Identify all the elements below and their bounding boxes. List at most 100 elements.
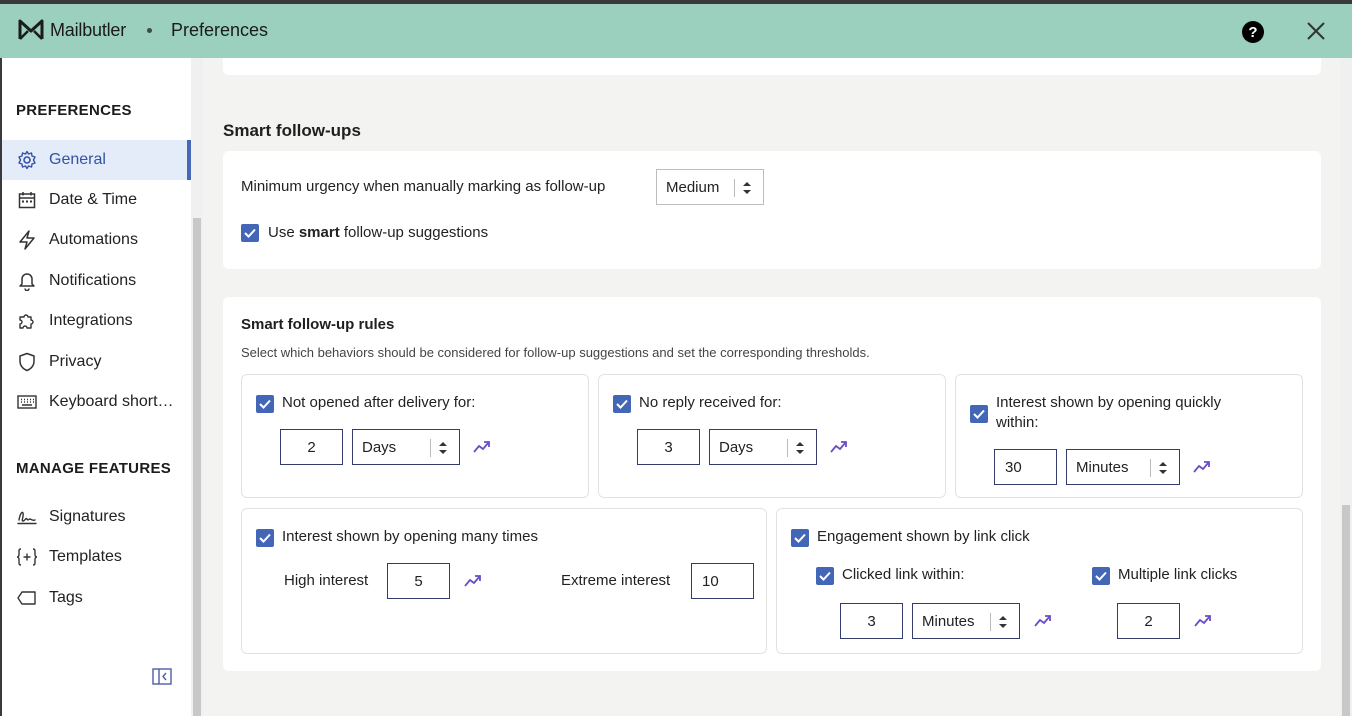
app-header: Mailbutler Preferences ? xyxy=(0,4,1352,58)
sidebar-item-label: Keyboard short… xyxy=(49,393,174,410)
high-interest-input[interactable]: 5 xyxy=(387,563,450,599)
rule-many-times: Interest shown by opening many times Hig… xyxy=(241,508,767,654)
sidebar-item-label: Tags xyxy=(49,589,83,606)
trend-up-icon[interactable] xyxy=(464,574,482,588)
trend-up-icon[interactable] xyxy=(1034,614,1052,628)
rule-quick-open: Interest shown by opening quickly within… xyxy=(955,374,1303,498)
sidebar-item-label: Notifications xyxy=(49,272,137,289)
not-opened-unit-select[interactable]: Days xyxy=(352,429,460,465)
page-title: Preferences xyxy=(171,20,269,40)
sidebar-item-label: Signatures xyxy=(49,508,126,525)
sidebar-item-label: Date & Time xyxy=(49,191,138,208)
smart-followups-title: Smart follow-ups xyxy=(223,121,361,140)
many-times-checkbox[interactable] xyxy=(256,529,274,547)
sidebar: PREFERENCES General Date & Time Automati… xyxy=(2,58,191,716)
sidebar-item-notifications[interactable]: Notifications xyxy=(2,261,191,301)
rules-description: Select which behaviors should be conside… xyxy=(241,345,870,360)
sidebar-section-manage-features: MANAGE FEATURES xyxy=(16,460,172,477)
select-separator xyxy=(990,613,991,631)
sidebar-section-preferences: PREFERENCES xyxy=(16,102,132,119)
select-arrows-icon xyxy=(743,182,751,194)
use-smart-suggestions-checkbox[interactable] xyxy=(241,224,259,242)
quick-open-value-input[interactable]: 30 xyxy=(994,449,1057,485)
urgency-select[interactable]: Medium xyxy=(656,169,764,205)
link-click-label: Engagement shown by link click xyxy=(817,528,1030,545)
select-value: Days xyxy=(719,438,754,456)
clicked-within-input[interactable]: 3 xyxy=(840,603,903,639)
smart-followup-rules-card: Smart follow-up rules Select which behav… xyxy=(223,297,1321,671)
multiple-clicks-checkbox[interactable] xyxy=(1092,567,1110,585)
close-icon[interactable] xyxy=(1305,20,1327,42)
sidebar-scrollbar[interactable] xyxy=(193,218,201,716)
rule-not-opened: Not opened after delivery for: 2 Days xyxy=(241,374,589,498)
main-content: Smart follow-ups Minimum urgency when ma… xyxy=(203,58,1340,716)
not-opened-label: Not opened after delivery for: xyxy=(282,394,476,411)
extreme-interest-label: Extreme interest xyxy=(561,572,671,589)
app-name: Mailbutler xyxy=(50,19,127,40)
sidebar-item-integrations[interactable]: Integrations xyxy=(2,301,191,341)
clicked-within-checkbox[interactable] xyxy=(816,567,834,585)
high-interest-label: High interest xyxy=(284,572,369,589)
previous-card xyxy=(223,58,1321,75)
mailbutler-logo-icon xyxy=(18,19,44,40)
quick-open-unit-select[interactable]: Minutes xyxy=(1066,449,1180,485)
sidebar-item-signatures[interactable]: Signatures xyxy=(2,497,191,537)
extreme-interest-input[interactable]: 10 xyxy=(691,563,754,599)
sidebar-item-label: Integrations xyxy=(49,312,133,329)
keyboard-icon xyxy=(16,391,38,413)
select-separator xyxy=(430,439,431,457)
no-reply-value-input[interactable]: 3 xyxy=(637,429,700,465)
quick-open-checkbox[interactable] xyxy=(970,405,988,423)
sidebar-item-tags[interactable]: Tags xyxy=(2,578,191,618)
trend-up-icon[interactable] xyxy=(1193,460,1211,474)
multiple-clicks-label: Multiple link clicks xyxy=(1118,566,1238,583)
help-icon[interactable]: ? xyxy=(1242,21,1264,43)
select-value: Days xyxy=(362,438,397,456)
calendar-icon xyxy=(16,189,38,211)
trend-up-icon[interactable] xyxy=(830,440,848,454)
bell-icon xyxy=(16,270,38,292)
sidebar-item-date-time[interactable]: Date & Time xyxy=(2,180,191,220)
clicked-within-unit-select[interactable]: Minutes xyxy=(912,603,1020,639)
rule-no-reply: No reply received for: 3 Days xyxy=(598,374,946,498)
lightning-icon xyxy=(16,229,38,251)
rule-link-click: Engagement shown by link click Clicked l… xyxy=(776,508,1303,654)
select-value: Minutes xyxy=(922,612,975,630)
sidebar-item-label: General xyxy=(49,151,106,168)
sidebar-item-templates[interactable]: Templates xyxy=(2,537,191,577)
many-times-label: Interest shown by opening many times xyxy=(282,528,538,545)
link-click-checkbox[interactable] xyxy=(791,529,809,547)
select-arrows-icon xyxy=(796,442,804,454)
not-opened-value-input[interactable]: 2 xyxy=(280,429,343,465)
sidebar-item-privacy[interactable]: Privacy xyxy=(2,342,191,382)
gear-icon xyxy=(16,149,38,171)
signature-icon xyxy=(16,506,38,528)
braces-icon xyxy=(16,546,38,568)
select-arrows-icon xyxy=(1159,462,1167,474)
urgency-label: Minimum urgency when manually marking as… xyxy=(241,178,606,195)
sidebar-item-general[interactable]: General xyxy=(2,140,191,180)
puzzle-icon xyxy=(16,310,38,332)
no-reply-unit-select[interactable]: Days xyxy=(709,429,817,465)
sidebar-item-automations[interactable]: Automations xyxy=(2,220,191,260)
quick-open-label-line2: within: xyxy=(996,414,1039,431)
urgency-select-value: Medium xyxy=(666,178,720,196)
select-arrows-icon xyxy=(439,442,447,454)
quick-open-label-line1: Interest shown by opening quickly xyxy=(996,394,1222,411)
select-value: Minutes xyxy=(1076,458,1129,476)
header-separator-dot xyxy=(147,28,152,33)
trend-up-icon[interactable] xyxy=(473,440,491,454)
select-arrows-icon xyxy=(999,616,1007,628)
no-reply-label: No reply received for: xyxy=(639,394,782,411)
not-opened-checkbox[interactable] xyxy=(256,395,274,413)
no-reply-checkbox[interactable] xyxy=(613,395,631,413)
collapse-sidebar-icon[interactable] xyxy=(152,668,172,685)
shield-icon xyxy=(16,351,38,373)
select-separator xyxy=(787,439,788,457)
select-separator xyxy=(1150,459,1151,477)
main-scrollbar[interactable] xyxy=(1342,505,1350,716)
clicked-within-label: Clicked link within: xyxy=(842,566,965,583)
multiple-clicks-input[interactable]: 2 xyxy=(1117,603,1180,639)
trend-up-icon[interactable] xyxy=(1194,614,1212,628)
sidebar-item-keyboard-shortcuts[interactable]: Keyboard short… xyxy=(2,382,191,422)
